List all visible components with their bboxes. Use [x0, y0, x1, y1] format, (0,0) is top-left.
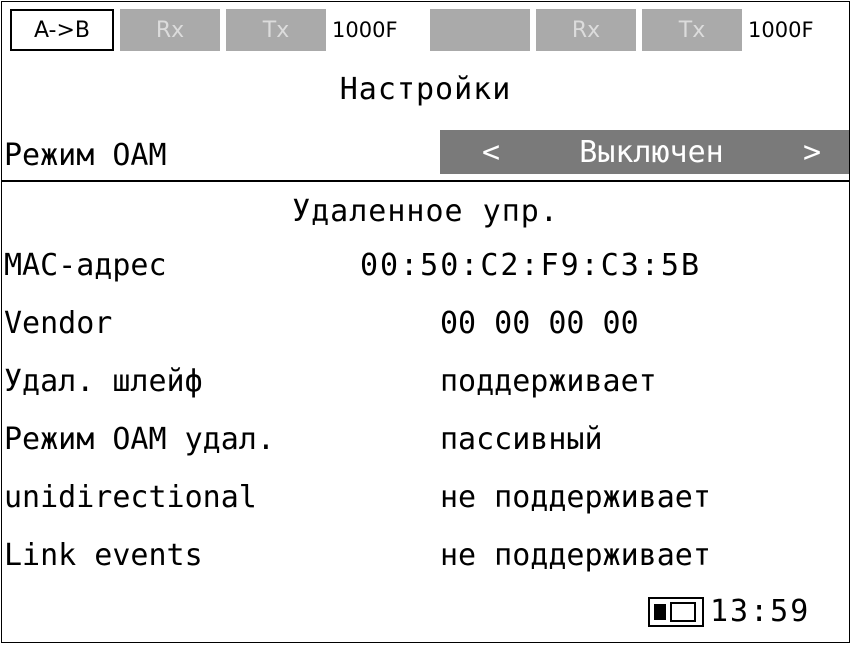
port1-speed: 1000F: [332, 9, 424, 51]
mac-address-label: MAC-адрес: [4, 248, 167, 283]
link-events-label: Link events: [4, 538, 203, 573]
link-events-value: не поддерживает: [440, 538, 711, 573]
remote-oam-mode-value: пассивный: [440, 422, 603, 457]
status-topbar: A->B Rx Tx 1000F Rx Tx 1000F: [2, 2, 849, 58]
next-option-arrow[interactable]: >: [803, 135, 821, 170]
info-row-remote-oam-mode: Режим OAM удал. пассивный: [2, 422, 849, 472]
direction-mode-button[interactable]: A->B: [10, 9, 114, 51]
info-row-mac: MAC-адрес 00:50:C2:F9:C3:5B: [2, 248, 849, 298]
mac-address-value: 00:50:C2:F9:C3:5B: [360, 248, 702, 283]
vendor-value: 00 00 00 00: [440, 306, 639, 341]
port2-speed: 1000F: [748, 9, 840, 51]
prev-option-arrow[interactable]: <: [482, 135, 500, 170]
battery-charging-icon: [648, 596, 704, 627]
unidirectional-value: не поддерживает: [440, 480, 711, 515]
port2-rx-indicator: Rx: [536, 9, 636, 51]
unidirectional-label: unidirectional: [4, 480, 257, 515]
port2-tx-indicator: Tx: [642, 9, 742, 51]
remote-oam-mode-label: Режим OAM удал.: [4, 422, 275, 457]
info-row-unidirectional: unidirectional не поддерживает: [2, 480, 849, 530]
remote-loopback-label: Удал. шлейф: [4, 364, 203, 399]
info-row-link-events: Link events не поддерживает: [2, 538, 849, 588]
vendor-label: Vendor: [4, 306, 113, 341]
oam-mode-label: Режим OAM: [4, 138, 167, 173]
remote-loopback-value: поддерживает: [440, 364, 657, 399]
info-row-remote-loopback: Удал. шлейф поддерживает: [2, 364, 849, 414]
oam-mode-row: Режим OAM < Выключен >: [2, 126, 849, 182]
port2-link-indicator: [430, 9, 530, 51]
oam-mode-value: Выключен: [579, 134, 724, 170]
page-title: Настройки: [339, 72, 512, 107]
info-row-vendor: Vendor 00 00 00 00: [2, 306, 849, 356]
status-bar: 13:59: [648, 594, 810, 629]
port1-rx-indicator: Rx: [120, 9, 220, 51]
oam-mode-selector[interactable]: < Выключен >: [440, 130, 849, 174]
port1-tx-indicator: Tx: [226, 9, 326, 51]
device-screen: A->B Rx Tx 1000F Rx Tx 1000F Настройки Р…: [1, 1, 850, 643]
clock-time: 13:59: [710, 594, 811, 629]
section-heading: Удаленное упр.: [292, 194, 559, 229]
